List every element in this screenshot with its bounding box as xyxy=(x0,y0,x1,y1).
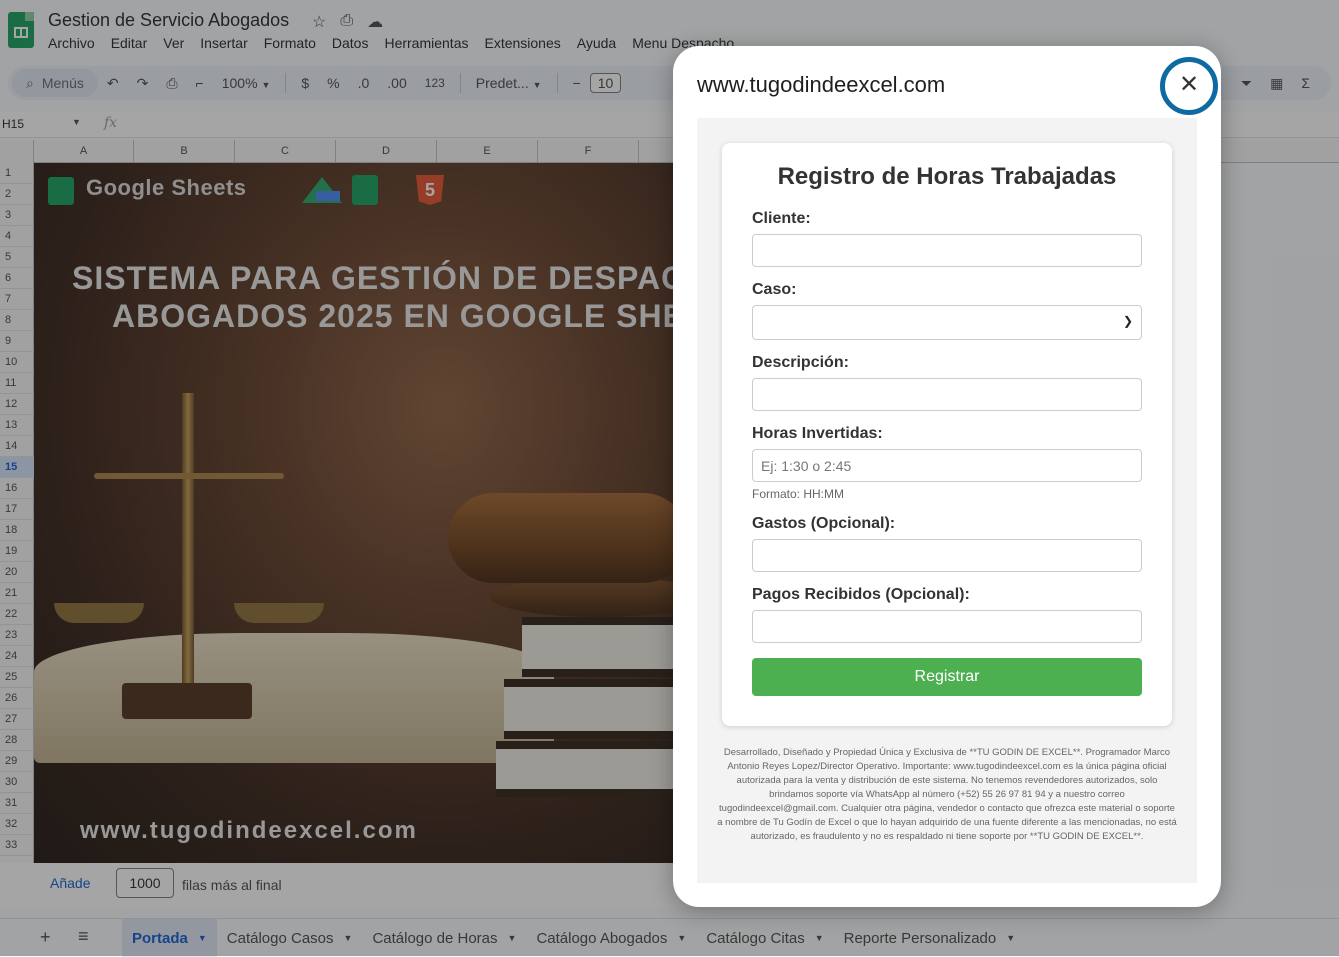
pagos-input[interactable] xyxy=(752,610,1142,643)
registrar-button[interactable]: Registrar xyxy=(752,658,1142,696)
chevron-down-icon: ❯ xyxy=(1122,314,1133,328)
form-title: Registro de Horas Trabajadas xyxy=(777,163,1117,190)
horas-label: Horas Invertidas: xyxy=(752,425,883,442)
gastos-label: Gastos (Opcional): xyxy=(752,515,896,532)
modal-dialog: www.tugodindeexcel.com ✕ Registro de Hor… xyxy=(673,46,1221,907)
descripcion-label: Descripción: xyxy=(752,354,849,371)
dialog-body: Registro de Horas Trabajadas Cliente: Ca… xyxy=(697,118,1197,883)
hours-form: Registro de Horas Trabajadas Cliente: Ca… xyxy=(722,143,1172,726)
legal-notice: Desarrollado, Diseñado y Propiedad Única… xyxy=(717,747,1177,842)
horas-hint: Formato: HH:MM xyxy=(752,487,845,501)
descripcion-input[interactable] xyxy=(752,378,1142,411)
cliente-label: Cliente: xyxy=(752,210,811,227)
caso-label: Caso: xyxy=(752,281,797,298)
gastos-input[interactable] xyxy=(752,539,1142,572)
dialog-title: www.tugodindeexcel.com xyxy=(697,72,946,97)
horas-input[interactable] xyxy=(752,449,1142,482)
caso-select[interactable]: ❯ xyxy=(752,305,1142,340)
cliente-input[interactable] xyxy=(752,234,1142,267)
close-icon[interactable]: ✕ xyxy=(1160,57,1218,115)
pagos-label: Pagos Recibidos (Opcional): xyxy=(752,586,970,603)
